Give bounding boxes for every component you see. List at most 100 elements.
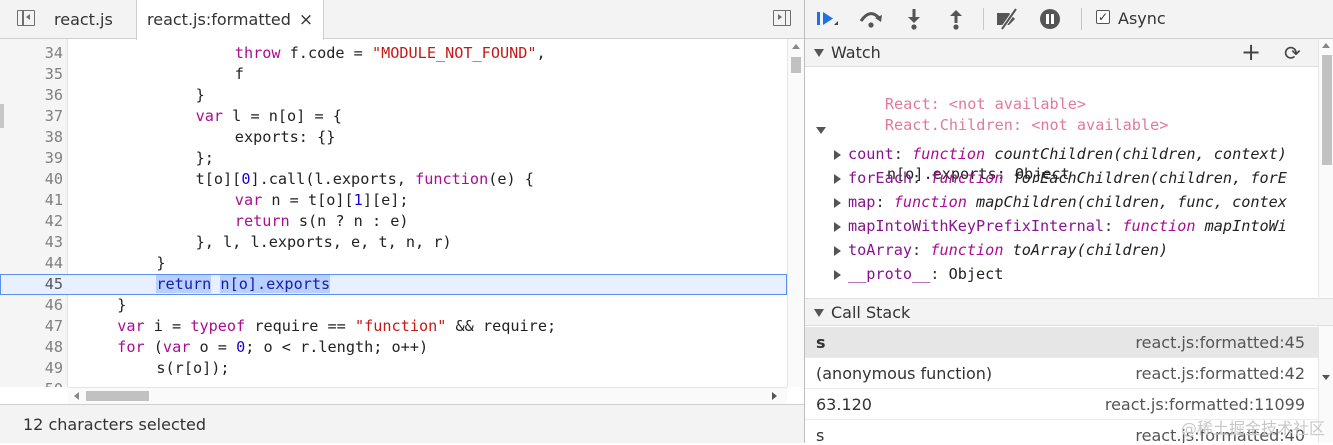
line-number[interactable]: 45 xyxy=(0,274,63,295)
watch-item[interactable]: React.Children: <not available> xyxy=(830,92,1168,134)
watch-property[interactable]: __proto__: Object xyxy=(834,263,1003,285)
deactivate-breakpoints-icon[interactable] xyxy=(993,6,1021,32)
line-number[interactable]: 37 xyxy=(0,106,63,127)
frame-function: 63.120 xyxy=(816,395,872,414)
watch-vertical-scrollbar[interactable] xyxy=(1318,39,1333,297)
watch-property[interactable]: map: function mapChildren(children, func… xyxy=(834,191,1287,213)
line-number[interactable]: 36 xyxy=(0,85,63,106)
code-text: t[o][0].call(l.exports, function(e) { xyxy=(196,169,534,190)
code-line[interactable]: 40 t[o][0].call(l.exports, function(e) { xyxy=(0,169,787,190)
line-number[interactable]: 44 xyxy=(0,253,63,274)
code-line[interactable]: 48 for (var o = 0; o < r.length; o++) xyxy=(0,337,787,358)
code-line[interactable]: 37 var l = n[o] = { xyxy=(0,106,787,127)
close-tab-icon[interactable]: × xyxy=(299,10,313,30)
scrollbar-thumb[interactable] xyxy=(86,391,149,401)
expand-arrow-icon[interactable] xyxy=(834,174,841,184)
step-out-icon[interactable] xyxy=(942,6,970,32)
code-token: } xyxy=(195,86,205,104)
line-number[interactable]: 46 xyxy=(0,295,63,316)
async-label: Async xyxy=(1118,9,1166,28)
expand-arrow-icon[interactable] xyxy=(834,198,841,208)
line-number[interactable]: 39 xyxy=(0,148,63,169)
expand-arrow-icon[interactable] xyxy=(834,222,841,232)
call-stack-section-header[interactable]: Call Stack xyxy=(805,298,1333,326)
code-line[interactable]: 36} xyxy=(0,85,787,106)
collapse-arrow-icon[interactable] xyxy=(814,309,824,317)
scroll-right-arrow-icon[interactable] xyxy=(772,392,777,400)
scroll-up-arrow-icon[interactable] xyxy=(792,44,800,49)
watch-section-header[interactable]: Watch + ⟳ xyxy=(805,38,1333,67)
resume-icon[interactable] xyxy=(813,6,841,32)
property-key: toArray xyxy=(848,241,913,259)
code-line[interactable]: 41 var n = t[o][1][e]; xyxy=(0,190,787,211)
code-line[interactable]: 42 return s(n ? n : e) xyxy=(0,211,787,232)
async-checkbox[interactable]: ✓ xyxy=(1096,10,1110,24)
code-text: } xyxy=(156,253,165,274)
expand-arrow-icon[interactable] xyxy=(834,150,841,160)
watch-item-expanded[interactable]: n[o].exports: Object xyxy=(816,119,1070,183)
expand-arrow-icon[interactable] xyxy=(834,246,841,256)
watch-item[interactable]: React: <not available> xyxy=(830,71,1086,113)
code-line[interactable]: 44} xyxy=(0,253,787,274)
watch-property[interactable]: toArray: function toArray(children) xyxy=(834,239,1168,261)
code-line[interactable]: 47 var i = typeof require == "function" &… xyxy=(0,316,787,337)
add-watch-icon[interactable]: + xyxy=(1241,38,1261,66)
line-number[interactable]: 49 xyxy=(0,358,63,379)
editor-horizontal-scrollbar[interactable] xyxy=(68,387,787,404)
line-number[interactable]: 48 xyxy=(0,337,63,358)
code-line[interactable]: 35 f xyxy=(0,64,787,85)
frame-location[interactable]: react.js:formatted:45 xyxy=(1135,327,1305,358)
code-line[interactable]: 49 s(r[o]); xyxy=(0,358,787,379)
watch-property[interactable]: count: function countChildren(children, … xyxy=(834,143,1287,165)
scroll-up-arrow-icon[interactable] xyxy=(1322,43,1330,48)
toggle-debugger-sidebar-icon[interactable] xyxy=(773,10,791,26)
editor-status-bar: 12 characters selected xyxy=(0,404,804,443)
line-number[interactable]: 42 xyxy=(0,211,63,232)
call-frame[interactable]: s react.js:formatted:45 xyxy=(805,327,1318,358)
code-text: s(r[o]); xyxy=(156,358,229,379)
line-number[interactable]: 34 xyxy=(0,43,63,64)
call-frame[interactable]: (anonymous function) react.js:formatted:4… xyxy=(805,358,1318,389)
code-line[interactable]: 39}; xyxy=(0,148,787,169)
code-line[interactable]: 43}, l, l.exports, e, t, n, r) xyxy=(0,232,787,253)
line-number[interactable]: 50 xyxy=(0,379,63,387)
scroll-left-arrow-icon[interactable] xyxy=(74,392,79,400)
expanded-arrow-icon[interactable] xyxy=(816,127,826,134)
line-number[interactable]: 38 xyxy=(0,127,63,148)
property-kind: function xyxy=(912,145,986,163)
panel-resize-handle[interactable] xyxy=(0,104,4,128)
toggle-navigator-icon[interactable] xyxy=(17,10,35,26)
step-over-icon[interactable] xyxy=(857,6,885,32)
code-text: var l = n[o] = { xyxy=(196,106,342,127)
line-number[interactable]: 40 xyxy=(0,169,63,190)
code-line[interactable]: 38 exports: {} xyxy=(0,127,787,148)
watch-property[interactable]: forEach: function forEachChildren(childr… xyxy=(834,167,1287,189)
line-number[interactable]: 47 xyxy=(0,316,63,337)
code-token: (e) { xyxy=(488,170,534,188)
expand-arrow-icon[interactable] xyxy=(834,270,841,280)
step-into-icon[interactable] xyxy=(900,6,928,32)
frame-location[interactable]: react.js:formatted:42 xyxy=(1135,358,1305,389)
property-value: toArray(children) xyxy=(1012,241,1169,259)
code-line[interactable]: 46} xyxy=(0,295,787,316)
collapse-arrow-icon[interactable] xyxy=(814,49,824,57)
tab-react-js[interactable]: react.js xyxy=(44,0,123,39)
watermark: @稀土掘金技术社区 xyxy=(1180,419,1325,438)
tab-react-js-formatted[interactable]: react.js:formatted × xyxy=(136,0,325,40)
scrollbar-thumb[interactable] xyxy=(1322,55,1332,165)
editor-vertical-scrollbar[interactable] xyxy=(787,39,804,387)
current-execution-line[interactable]: 45 return n[o].exports xyxy=(0,274,787,295)
scroll-down-arrow-icon[interactable] xyxy=(1322,375,1330,380)
code-line[interactable]: 50 xyxy=(0,379,787,387)
pause-on-exceptions-icon[interactable] xyxy=(1036,6,1064,32)
code-line[interactable]: 34 throw f.code = "MODULE_NOT_FOUND", xyxy=(0,43,787,64)
code-area[interactable]: 34 throw f.code = "MODULE_NOT_FOUND", 35 f 3… xyxy=(0,39,787,387)
line-number[interactable]: 43 xyxy=(0,232,63,253)
watch-property[interactable]: mapIntoWithKeyPrefixInternal: function m… xyxy=(834,215,1287,237)
toolbar-separator xyxy=(983,8,984,30)
scrollbar-thumb[interactable] xyxy=(791,57,801,73)
line-number[interactable]: 35 xyxy=(0,64,63,85)
line-number[interactable]: 41 xyxy=(0,190,63,211)
refresh-watch-icon[interactable]: ⟳ xyxy=(1284,39,1301,67)
code-token: s(r[o]); xyxy=(156,359,230,377)
